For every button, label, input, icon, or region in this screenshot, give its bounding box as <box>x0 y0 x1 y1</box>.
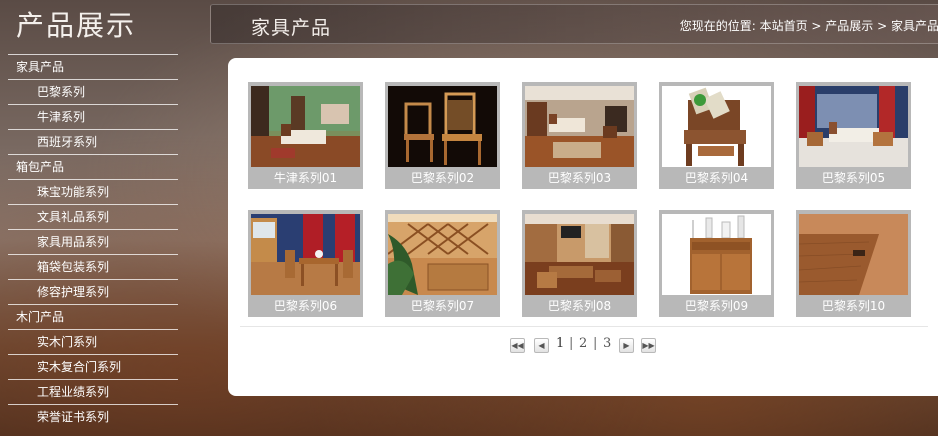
product-caption[interactable]: 巴黎系列07 <box>385 295 500 317</box>
next-page-icon[interactable]: ▶ <box>619 338 634 353</box>
product-card[interactable]: 巴黎系列08 <box>522 210 637 317</box>
sidebar-item[interactable]: 西班牙系列 <box>8 129 178 154</box>
product-caption[interactable]: 巴黎系列06 <box>248 295 363 317</box>
product-card[interactable]: 巴黎系列02 <box>385 82 500 189</box>
product-card[interactable]: 巴黎系列07 <box>385 210 500 317</box>
sidebar-item[interactable]: 箱袋包装系列 <box>8 254 178 279</box>
product-image[interactable] <box>388 214 497 295</box>
prev-page-icon[interactable]: ◀ <box>534 338 549 353</box>
product-caption[interactable]: 巴黎系列05 <box>796 167 911 189</box>
breadcrumb: 您现在的位置: 本站首页 > 产品展示 > 家具产品 <box>680 17 938 34</box>
product-card[interactable]: 牛津系列01 <box>248 82 363 189</box>
sidebar-item[interactable]: 巴黎系列 <box>8 79 178 104</box>
sidebar-item[interactable]: 工程业绩系列 <box>8 379 178 404</box>
breadcrumb-separator: > <box>873 19 891 33</box>
product-image[interactable] <box>388 86 497 167</box>
breadcrumb-prefix: 您现在的位置: <box>679 19 760 33</box>
sidebar-item[interactable]: 珠宝功能系列 <box>8 179 178 204</box>
product-image[interactable] <box>799 86 908 167</box>
product-image[interactable] <box>662 214 771 295</box>
sidebar-item[interactable]: 荣誉证书系列 <box>8 404 178 429</box>
sidebar-category[interactable]: 家具产品 <box>8 54 178 79</box>
sidebar-item[interactable]: 修容护理系列 <box>8 279 178 304</box>
breadcrumb-section-link[interactable]: 产品展示 <box>825 19 873 33</box>
product-image[interactable] <box>799 214 908 295</box>
sidebar-item[interactable]: 实木门系列 <box>8 329 178 354</box>
product-caption[interactable]: 巴黎系列09 <box>659 295 774 317</box>
product-caption[interactable]: 巴黎系列04 <box>659 167 774 189</box>
product-card[interactable]: 巴黎系列04 <box>659 82 774 189</box>
product-panel: 牛津系列01 巴黎系列02 巴黎系列03 巴黎系列04 巴黎系列05 巴黎系列06 巴黎系列… <box>228 58 938 396</box>
first-page-icon[interactable]: ◀◀ <box>510 338 525 353</box>
product-caption[interactable]: 巴黎系列02 <box>385 167 500 189</box>
sidebar-menu: 家具产品 巴黎系列 牛津系列 西班牙系列 箱包产品 珠宝功能系列 文具礼品系列 家具用品系列箱… <box>8 54 178 429</box>
product-caption[interactable]: 巴黎系列10 <box>796 295 911 317</box>
breadcrumb-current-link[interactable]: 家具产品 <box>891 19 938 33</box>
sidebar-category[interactable]: 木门产品 <box>8 304 178 329</box>
sidebar-item[interactable]: 家具用品系列 <box>8 229 178 254</box>
product-image[interactable] <box>251 86 360 167</box>
product-caption[interactable]: 巴黎系列03 <box>522 167 637 189</box>
page-header: 家具产品 您现在的位置: 本站首页 > 产品展示 > 家具产品 <box>210 4 938 44</box>
product-caption[interactable]: 牛津系列01 <box>248 167 363 189</box>
last-page-icon[interactable]: ▶▶ <box>641 338 656 353</box>
product-card[interactable]: 巴黎系列06 <box>248 210 363 317</box>
product-image[interactable] <box>662 86 771 167</box>
sidebar-item[interactable]: 实木复合门系列 <box>8 354 178 379</box>
breadcrumb-home-link[interactable]: 本站首页 <box>760 19 808 33</box>
page-number[interactable]: 2 <box>579 336 587 351</box>
page-number[interactable]: 3 <box>603 336 611 351</box>
product-image[interactable] <box>525 214 634 295</box>
divider <box>240 326 928 327</box>
product-card[interactable]: 巴黎系列05 <box>796 82 911 189</box>
page-separator: | <box>593 336 598 351</box>
product-image[interactable] <box>525 86 634 167</box>
product-card[interactable]: 巴黎系列03 <box>522 82 637 189</box>
product-card[interactable]: 巴黎系列10 <box>796 210 911 317</box>
breadcrumb-separator: > <box>807 19 826 33</box>
sidebar-title: 产品展示 <box>16 9 137 42</box>
page-separator: | <box>569 336 574 351</box>
sidebar-item[interactable]: 文具礼品系列 <box>8 204 178 229</box>
page-number-current[interactable]: 1 <box>556 336 564 351</box>
sidebar-item[interactable]: 牛津系列 <box>8 104 178 129</box>
product-card[interactable]: 巴黎系列09 <box>659 210 774 317</box>
product-caption[interactable]: 巴黎系列08 <box>522 295 637 317</box>
sidebar: 产品展示 家具产品 巴黎系列 牛津系列 西班牙系列 箱包产品 珠宝功能系列 文具礼品系列 家具… <box>0 0 180 436</box>
sidebar-category[interactable]: 箱包产品 <box>8 154 178 179</box>
page-title: 家具产品 <box>251 17 332 39</box>
product-image[interactable] <box>251 214 360 295</box>
